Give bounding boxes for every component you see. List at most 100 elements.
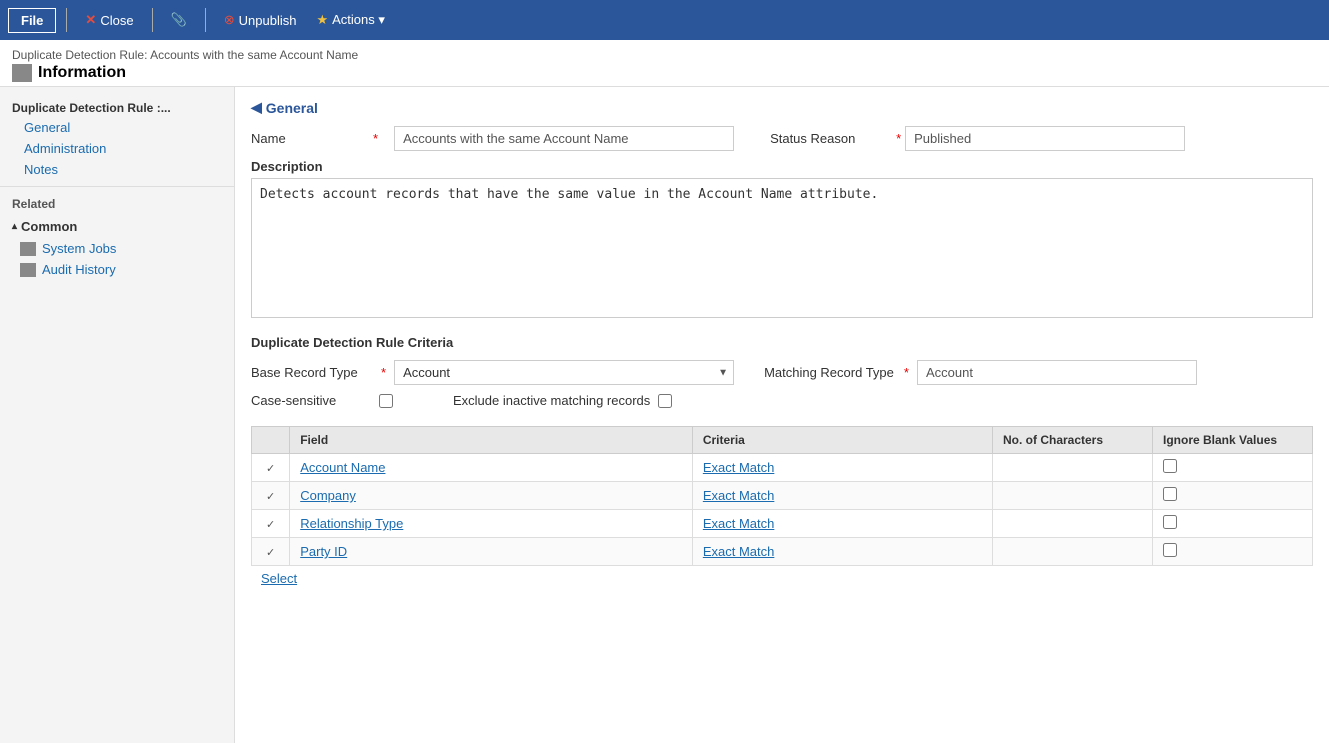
row-field-cell: Relationship Type: [290, 510, 693, 538]
row-chevron-cell: ✓: [252, 482, 290, 510]
criteria-section-title: Duplicate Detection Rule Criteria: [251, 335, 1313, 350]
th-criteria: Criteria: [692, 427, 992, 454]
sidebar-item-administration[interactable]: Administration: [0, 138, 234, 159]
status-reason-input: [905, 126, 1185, 151]
ignore-blank-checkbox[interactable]: [1163, 515, 1177, 529]
base-record-group: Base Record Type * Account ▼: [251, 360, 734, 385]
base-record-dropdown-wrapper: Account ▼: [394, 360, 734, 385]
attach-button[interactable]: 📎: [163, 8, 195, 32]
criteria-link[interactable]: Exact Match: [703, 460, 775, 475]
matching-record-group: Matching Record Type *: [764, 360, 1197, 385]
field-link[interactable]: Relationship Type: [300, 516, 403, 531]
breadcrumb-area: Duplicate Detection Rule: Accounts with …: [0, 40, 1329, 87]
attach-icon: 📎: [171, 12, 187, 28]
th-no-chars: No. of Characters: [993, 427, 1153, 454]
row-ignore-blank-cell: [1153, 538, 1313, 566]
toolbar: File ✕ Close 📎 ⊗ Unpublish ★ Actions ▾: [0, 0, 1329, 40]
row-no-chars-cell: [993, 538, 1153, 566]
main-layout: Duplicate Detection Rule :... General Ad…: [0, 87, 1329, 743]
unpublish-button[interactable]: ⊗ Unpublish: [216, 8, 305, 32]
row-field-cell: Company: [290, 482, 693, 510]
sidebar-section-title: Duplicate Detection Rule :...: [0, 95, 234, 117]
row-ignore-blank-cell: [1153, 482, 1313, 510]
sidebar-item-general[interactable]: General: [0, 117, 234, 138]
unpublish-icon: ⊗: [224, 12, 235, 28]
row-expand-btn[interactable]: ✓: [262, 490, 279, 503]
row-chevron-cell: ✓: [252, 454, 290, 482]
field-link[interactable]: Account Name: [300, 460, 385, 475]
case-sensitive-label: Case-sensitive: [251, 393, 371, 408]
row-ignore-blank-cell: [1153, 454, 1313, 482]
table-row: ✓ Relationship Type Exact Match: [252, 510, 1313, 538]
status-required: *: [896, 131, 901, 146]
matching-required: *: [904, 365, 909, 380]
field-link[interactable]: Company: [300, 488, 356, 503]
exclude-inactive-group: Exclude inactive matching records: [453, 393, 672, 416]
section-expand-icon: ◀: [251, 99, 262, 116]
row-expand-btn[interactable]: ✓: [262, 518, 279, 531]
actions-button[interactable]: ★ Actions ▾: [308, 8, 392, 32]
row-field-cell: Party ID: [290, 538, 693, 566]
row-field-cell: Account Name: [290, 454, 693, 482]
expand-icon: ▴: [12, 221, 17, 232]
row-expand-btn[interactable]: ✓: [262, 546, 279, 559]
toolbar-separator-3: [205, 8, 206, 32]
select-link[interactable]: Select: [251, 566, 307, 591]
close-button[interactable]: ✕ Close: [77, 8, 141, 32]
base-record-select[interactable]: Account: [394, 360, 734, 385]
case-sensitive-row: Case-sensitive: [251, 393, 393, 408]
th-expand: [252, 427, 290, 454]
file-button[interactable]: File: [8, 8, 56, 33]
row-ignore-blank-cell: [1153, 510, 1313, 538]
toolbar-separator: [66, 8, 67, 32]
description-textarea[interactable]: Detects account records that have the sa…: [251, 178, 1313, 318]
matching-record-label: Matching Record Type: [764, 365, 894, 380]
criteria-link[interactable]: Exact Match: [703, 516, 775, 531]
row-expand-btn[interactable]: ✓: [262, 462, 279, 475]
sidebar-item-system-jobs[interactable]: System Jobs: [0, 238, 234, 259]
section-header-general: ◀ General: [251, 99, 1313, 116]
page-title: Information: [12, 64, 1317, 82]
related-label: Related: [0, 193, 234, 215]
sidebar: Duplicate Detection Rule :... General Ad…: [0, 87, 235, 743]
row-criteria-cell: Exact Match: [692, 482, 992, 510]
exclude-inactive-label: Exclude inactive matching records: [453, 393, 650, 408]
checkboxes-row: Case-sensitive Exclude inactive matching…: [251, 393, 1313, 416]
system-jobs-icon: [20, 242, 36, 256]
row-chevron-cell: ✓: [252, 538, 290, 566]
content-area: ◀ General Name * Status Reason * Descrip…: [235, 87, 1329, 743]
exclude-inactive-checkbox[interactable]: [658, 394, 672, 408]
ignore-blank-checkbox[interactable]: [1163, 543, 1177, 557]
row-no-chars-cell: [993, 510, 1153, 538]
sidebar-item-audit-history[interactable]: Audit History: [0, 259, 234, 280]
sidebar-item-notes[interactable]: Notes: [0, 159, 234, 180]
audit-history-icon: [20, 263, 36, 277]
table-row: ✓ Account Name Exact Match: [252, 454, 1313, 482]
base-required: *: [381, 365, 386, 380]
toolbar-separator-2: [152, 8, 153, 32]
name-label-group: Name *: [251, 131, 378, 146]
row-criteria-cell: Exact Match: [692, 454, 992, 482]
name-status-row: Name * Status Reason *: [251, 126, 1313, 151]
ignore-blank-checkbox[interactable]: [1163, 487, 1177, 501]
select-row: Select: [251, 566, 1313, 591]
criteria-link[interactable]: Exact Match: [703, 544, 775, 559]
row-criteria-cell: Exact Match: [692, 510, 992, 538]
criteria-table: Field Criteria No. of Characters Ignore …: [251, 426, 1313, 566]
table-row: ✓ Company Exact Match: [252, 482, 1313, 510]
row-no-chars-cell: [993, 482, 1153, 510]
field-link[interactable]: Party ID: [300, 544, 347, 559]
sidebar-group-common: ▴ Common: [0, 215, 234, 238]
page-title-icon: [12, 64, 32, 82]
name-input[interactable]: [394, 126, 734, 151]
status-reason-group: Status Reason *: [770, 126, 1185, 151]
matching-record-input: [917, 360, 1197, 385]
row-no-chars-cell: [993, 454, 1153, 482]
criteria-types-row: Base Record Type * Account ▼ Matching Re…: [251, 360, 1313, 385]
sidebar-divider: [0, 186, 234, 187]
case-sensitive-checkbox[interactable]: [379, 394, 393, 408]
ignore-blank-checkbox[interactable]: [1163, 459, 1177, 473]
row-chevron-cell: ✓: [252, 510, 290, 538]
criteria-link[interactable]: Exact Match: [703, 488, 775, 503]
description-label: Description: [251, 159, 1313, 174]
